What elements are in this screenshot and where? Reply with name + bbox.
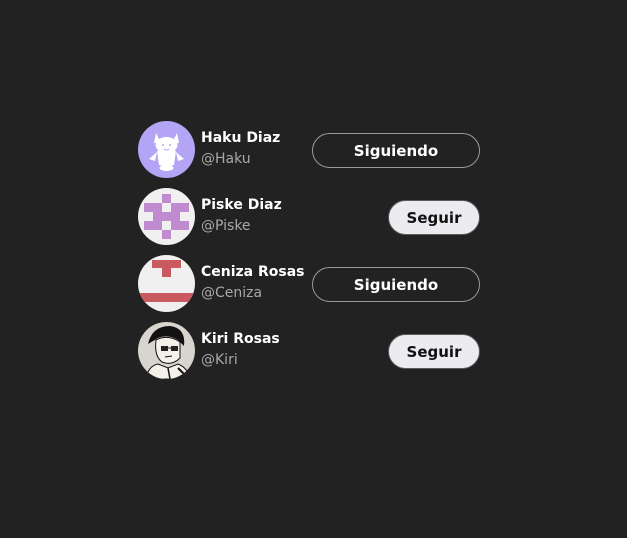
user-name[interactable]: Piske Diaz — [201, 198, 282, 212]
user-handle: @Kiri — [201, 352, 238, 368]
pixel-pattern-icon — [138, 255, 195, 312]
pixel-pattern-icon — [138, 188, 195, 245]
user-handle: @Piske — [201, 218, 251, 234]
user-info: Kiri Rosas @Kiri — [201, 332, 280, 367]
user-handle: @Ceniza — [201, 285, 263, 301]
user-info: Ceniza Rosas @Ceniza — [201, 265, 305, 300]
list-item: Haku Diaz @Haku Siguiendo — [138, 121, 480, 178]
user-info: Haku Diaz @Haku — [201, 131, 280, 166]
follow-button[interactable]: Seguir — [388, 200, 480, 235]
list-item: Kiri Rosas @Kiri Seguir — [138, 322, 480, 379]
character-illustration-icon — [138, 322, 195, 379]
avatar[interactable] — [138, 121, 195, 178]
avatar[interactable] — [138, 322, 195, 379]
follow-button[interactable]: Seguir — [388, 334, 480, 369]
user-info: Piske Diaz @Piske — [201, 198, 282, 233]
avatar[interactable] — [138, 188, 195, 245]
user-name[interactable]: Haku Diaz — [201, 131, 280, 145]
fox-icon — [138, 121, 195, 178]
user-list: Haku Diaz @Haku Siguiendo Piske Diaz @Pi… — [138, 121, 480, 389]
following-button[interactable]: Siguiendo — [312, 133, 480, 168]
user-name[interactable]: Ceniza Rosas — [201, 265, 305, 279]
avatar[interactable] — [138, 255, 195, 312]
list-item: Ceniza Rosas @Ceniza Siguiendo — [138, 255, 480, 312]
list-item: Piske Diaz @Piske Seguir — [138, 188, 480, 245]
following-button[interactable]: Siguiendo — [312, 267, 480, 302]
user-handle: @Haku — [201, 151, 251, 167]
user-name[interactable]: Kiri Rosas — [201, 332, 280, 346]
